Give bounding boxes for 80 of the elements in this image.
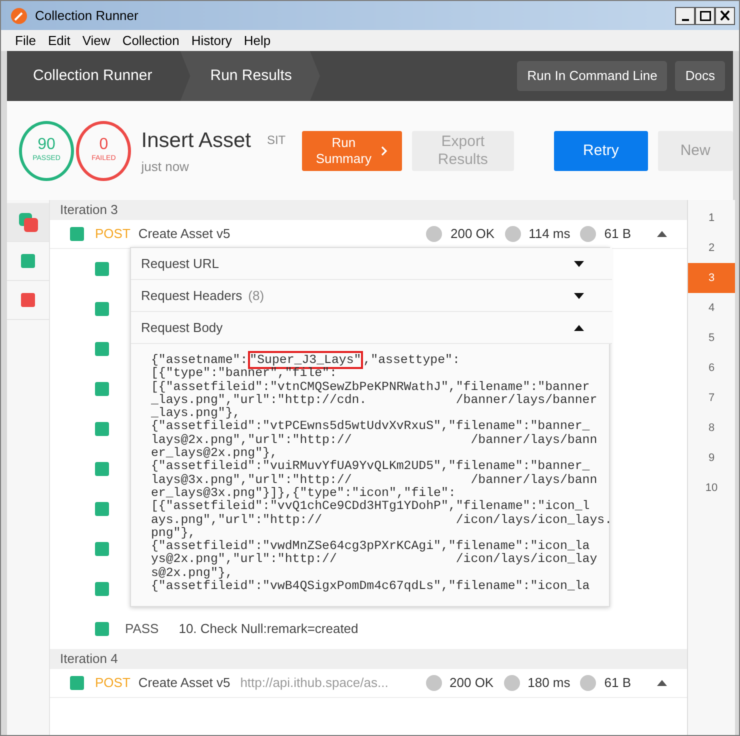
app-logo-icon — [11, 8, 27, 24]
code-line: [{"type":"banner","file": — [151, 367, 338, 381]
code-text: ,"assettype": — [363, 353, 460, 367]
caret-up-icon[interactable] — [657, 680, 667, 686]
menu-item[interactable]: File — [9, 30, 42, 50]
request-method: POST — [95, 674, 130, 692]
iteration-number[interactable]: 7 — [688, 383, 735, 413]
size-dot-icon — [580, 226, 596, 242]
code-line: ys@2x.png","url":"http:// /icon/lays/icon_lay — [151, 553, 598, 567]
breadcrumb-tab[interactable]: Run Results — [180, 51, 320, 101]
response-status: 200 OK — [450, 225, 495, 244]
menu-item[interactable]: History — [185, 30, 238, 50]
status-dot-icon — [426, 226, 442, 242]
close-icon — [720, 10, 730, 21]
code-line: _lays.png"}, — [151, 407, 240, 420]
chevron-right-icon — [380, 144, 388, 156]
request-name[interactable]: Create Asset v5 — [138, 673, 230, 693]
test-result: PASS — [125, 620, 159, 638]
summary-button[interactable]: Retry — [554, 130, 648, 170]
code-line: {"assetfileid":"vtPCEwns5d5wtUdvXvRxuS","filename":"banner_ — [151, 420, 591, 434]
response-time: 180 ms — [528, 674, 570, 692]
close-button[interactable] — [715, 6, 735, 24]
code-line: _lays.png","url":"http://cdn. /banner/lays/banner — [151, 394, 598, 407]
code-line: [{"assetfileid":"vvQ1chCe9CDd3HTg1YDohP","filename":"icon_l — [151, 500, 591, 514]
code-line: {"assetfileid":"vuiRMuvYfUA9YvQLKm2UD5","filename":"banner_ — [151, 460, 591, 474]
response-size: 61 B — [604, 225, 631, 244]
code-line: [{"assetfileid":"vtnCMQSewZbPeKPNRWathJ","filename":"banner — [151, 380, 591, 394]
menu-item[interactable]: View — [76, 30, 116, 50]
iteration-number[interactable]: 10 — [688, 473, 735, 503]
code-line: {"assetfileid":"vwB4QSigxPomDm4c67qdLs","filename":"icon_la — [151, 580, 591, 594]
code-line: {"assetfileid":"vwdMnZSe64cg3pPXrKCAgi","filename":"icon_la — [151, 540, 590, 554]
code-line: png"}, — [151, 526, 196, 540]
maximize-button[interactable] — [695, 6, 715, 24]
section-header[interactable]: Request Headers (8) — [131, 280, 612, 312]
sidebar-item[interactable] — [7, 203, 49, 242]
minimize-icon — [682, 18, 688, 20]
iteration-number[interactable]: 6 — [688, 353, 735, 383]
collection-name: Insert Asset — [141, 128, 251, 154]
environment-label: SIT — [266, 132, 286, 149]
menu-item[interactable]: Edit — [42, 30, 76, 50]
section-header[interactable]: Request URL — [131, 248, 612, 280]
code-line: er_lays@3x.png"}]},{"type":"icon","file": — [151, 486, 457, 500]
status-dot-icon — [426, 675, 442, 691]
iteration-number[interactable]: 4 — [688, 293, 735, 323]
iteration-number[interactable]: 2 — [688, 233, 735, 263]
code-line: er_lays@2x.png"}, — [151, 447, 278, 460]
response-time: 114 ms — [528, 225, 570, 244]
header-button[interactable]: Run In Command Line — [517, 61, 668, 91]
timer-dot-icon — [504, 226, 521, 242]
iteration-number[interactable]: 1 — [688, 203, 735, 233]
run-time: just now — [141, 158, 190, 176]
code-line: s@2x.png"}, — [151, 566, 234, 580]
test-name: 10. Check Null:remark=created — [178, 620, 358, 638]
code-line: lays@2x.png","url":"http:// /banner/lays/bann — [151, 434, 598, 447]
response-size: 61 B — [604, 674, 631, 692]
iteration-number[interactable]: 5 — [688, 323, 735, 353]
minimize-button[interactable] — [675, 6, 695, 24]
request-method: POST — [95, 225, 130, 244]
iteration-number[interactable]: 9 — [688, 443, 735, 473]
counter-count: 90 — [38, 136, 56, 154]
request-name[interactable]: Create Asset v5 — [138, 224, 230, 244]
maximize-icon — [700, 10, 710, 20]
size-dot-icon — [580, 675, 596, 691]
code-line: ays.png","url":"http:// /icon/lays/icon_lays. — [151, 514, 612, 527]
response-status: 200 OK — [450, 674, 494, 692]
caret-up-icon[interactable] — [657, 231, 667, 237]
request-url: http://api.ithub.space/as... — [240, 674, 388, 692]
counter-count: 0 — [99, 136, 108, 154]
header-button[interactable]: Docs — [675, 61, 725, 91]
window-title: Collection Runner — [35, 6, 140, 25]
iteration-header: Iteration 3 — [50, 200, 687, 220]
menu-item[interactable]: Help — [238, 30, 277, 50]
code-line: lays@3x.png","url":"http:// /banner/lays/bann — [151, 474, 598, 487]
section-header[interactable]: Request Body — [131, 312, 612, 344]
timer-dot-icon — [504, 675, 520, 691]
code-text: {"assetname": — [151, 353, 248, 367]
mixed-status-icon — [18, 212, 38, 232]
iteration-number[interactable]: 8 — [688, 413, 735, 443]
iteration-header: Iteration 4 — [50, 649, 687, 669]
menu-item[interactable]: Collection — [116, 30, 186, 50]
